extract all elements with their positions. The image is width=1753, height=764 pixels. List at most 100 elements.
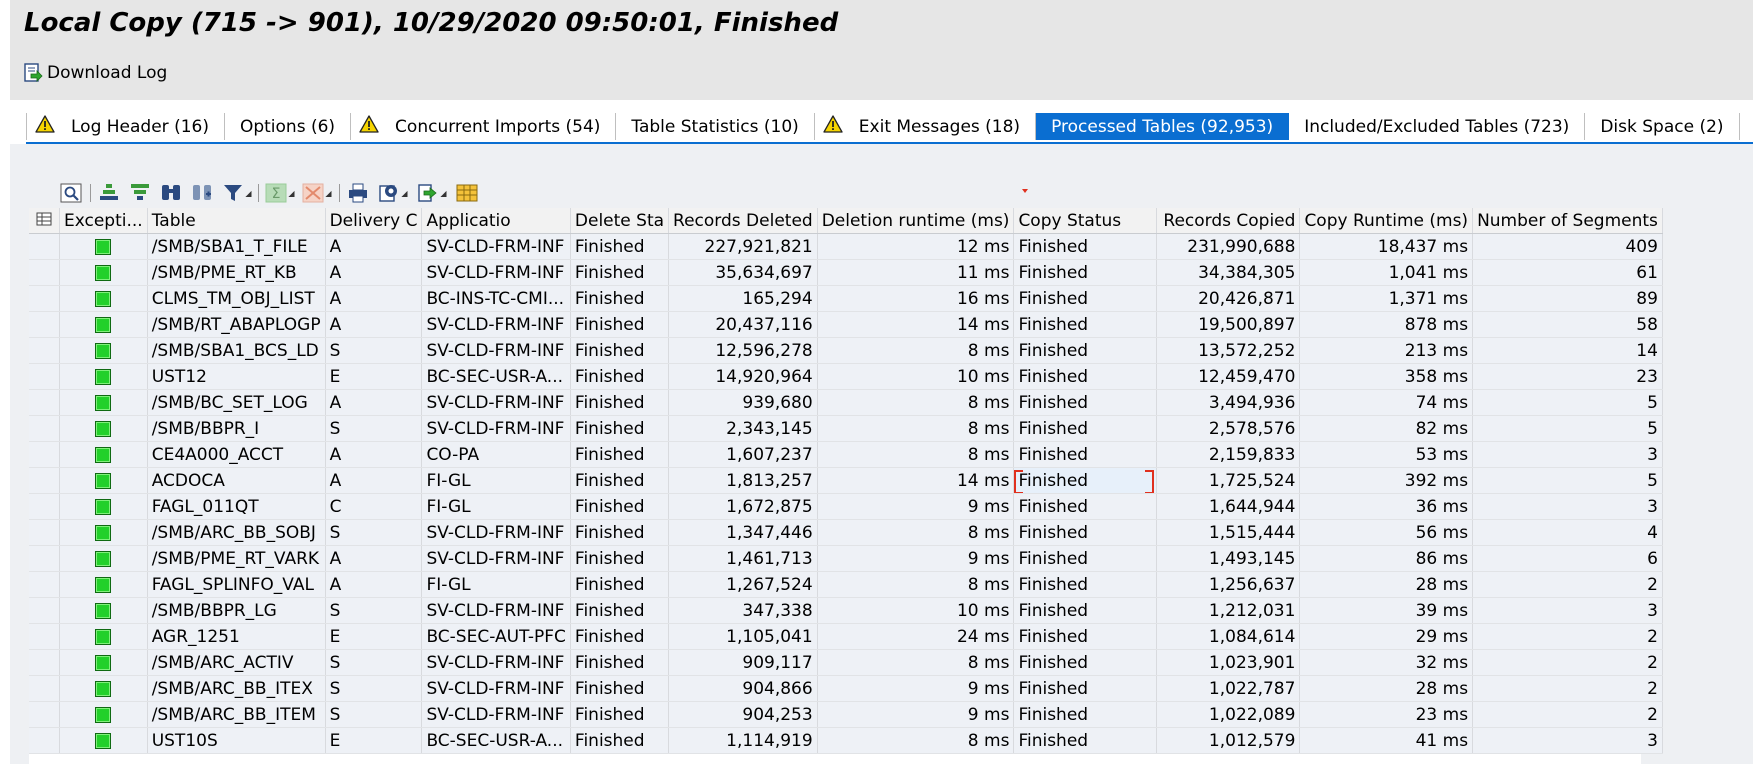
cell-table[interactable]: AGR_1251 — [147, 623, 326, 650]
cell-copy-runtime[interactable]: 56 ms — [1299, 519, 1474, 546]
row-selector[interactable] — [29, 519, 60, 546]
cell-copy-status[interactable]: Finished — [1013, 649, 1158, 676]
cell-exception[interactable] — [59, 571, 148, 598]
table-row[interactable]: /SMB/ARC_BB_SOBJ S SV-CLD-FRM-INF Finished 1… — [29, 519, 1663, 546]
cell-records-copied[interactable]: 1,012,579 — [1156, 727, 1301, 754]
table-row[interactable]: /SMB/PME_RT_KB A SV-CLD-FRM-INF Finished 35,… — [29, 259, 1663, 286]
col-application[interactable]: Applicatio — [421, 208, 571, 234]
cell-records-deleted[interactable]: 1,267,524 — [668, 571, 818, 598]
table-row[interactable]: ACDOCA A FI-GL Finished 1,813,257 14 ms Finish… — [29, 467, 1663, 494]
row-selector[interactable] — [29, 311, 60, 338]
cell-table[interactable]: UST10S — [147, 727, 326, 754]
cell-copy-runtime[interactable]: 53 ms — [1299, 441, 1474, 468]
cell-application[interactable]: SV-CLD-FRM-INF — [421, 519, 571, 546]
table-row[interactable]: CE4A000_ACCT A CO-PA Finished 1,607,237 8 ms F… — [29, 441, 1663, 468]
table-row[interactable]: /SMB/SBA1_T_FILE A SV-CLD-FRM-INF Finished 2… — [29, 233, 1663, 260]
col-number-of-segments[interactable]: Number of Segments — [1472, 208, 1663, 234]
cell-number-of-segments[interactable]: 2 — [1472, 649, 1663, 676]
row-selector[interactable] — [29, 597, 60, 624]
cell-copy-runtime[interactable]: 41 ms — [1299, 727, 1474, 754]
cell-exception[interactable] — [59, 233, 148, 260]
cell-deletion-runtime[interactable]: 8 ms — [817, 415, 1015, 442]
cell-copy-status[interactable]: Finished — [1013, 727, 1158, 754]
table-row[interactable]: /SMB/ARC_ACTIV S SV-CLD-FRM-INF Finished 909… — [29, 649, 1663, 676]
cell-table[interactable]: /SMB/RT_ABAPLOGP — [147, 311, 326, 338]
cell-application[interactable]: SV-CLD-FRM-INF — [421, 701, 571, 728]
cell-exception[interactable] — [59, 597, 148, 624]
cell-copy-runtime[interactable]: 32 ms — [1299, 649, 1474, 676]
cell-exception[interactable] — [59, 727, 148, 754]
cell-application[interactable]: FI-GL — [421, 571, 571, 598]
cell-delete-status[interactable]: Finished — [570, 467, 670, 494]
tab-concurrent-imports[interactable]: Concurrent Imports (54) — [351, 113, 617, 140]
cell-application[interactable]: SV-CLD-FRM-INF — [421, 259, 571, 286]
cell-copy-status[interactable]: Finished — [1013, 259, 1158, 286]
cell-number-of-segments[interactable]: 23 — [1472, 363, 1663, 390]
cell-records-copied[interactable]: 34,384,305 — [1156, 259, 1301, 286]
cell-records-copied[interactable]: 1,644,944 — [1156, 493, 1301, 520]
cell-records-copied[interactable]: 19,500,897 — [1156, 311, 1301, 338]
cell-number-of-segments[interactable]: 3 — [1472, 441, 1663, 468]
cell-copy-runtime[interactable]: 1,041 ms — [1299, 259, 1474, 286]
cell-delete-status[interactable]: Finished — [570, 597, 670, 624]
cell-number-of-segments[interactable]: 4 — [1472, 519, 1663, 546]
cell-deletion-runtime[interactable]: 12 ms — [817, 233, 1015, 260]
cell-records-deleted[interactable]: 347,338 — [668, 597, 818, 624]
cell-delivery-class[interactable]: S — [325, 701, 423, 728]
row-selector[interactable] — [29, 545, 60, 572]
cell-application[interactable]: SV-CLD-FRM-INF — [421, 415, 571, 442]
cell-table[interactable]: /SMB/SBA1_BCS_LD — [147, 337, 326, 364]
cell-records-deleted[interactable]: 20,437,116 — [668, 311, 818, 338]
cell-exception[interactable] — [59, 285, 148, 312]
cell-delivery-class[interactable]: E — [325, 623, 423, 650]
cell-delivery-class[interactable]: S — [325, 519, 423, 546]
filter-icon[interactable]: ◢ — [220, 181, 254, 205]
cell-table[interactable]: /SMB/ARC_BB_ITEX — [147, 675, 326, 702]
cell-exception[interactable] — [59, 337, 148, 364]
cell-copy-status[interactable]: Finished — [1013, 441, 1158, 468]
col-records-deleted[interactable]: Records Deleted — [668, 208, 818, 234]
cell-table[interactable]: ACDOCA — [147, 467, 326, 494]
cell-delivery-class[interactable]: A — [325, 467, 423, 494]
download-log-button[interactable]: Download Log — [22, 60, 167, 86]
cell-application[interactable]: SV-CLD-FRM-INF — [421, 337, 571, 364]
cell-deletion-runtime[interactable]: 10 ms — [817, 363, 1015, 390]
cell-number-of-segments[interactable]: 3 — [1472, 727, 1663, 754]
cell-exception[interactable] — [59, 415, 148, 442]
row-selector[interactable] — [29, 571, 60, 598]
cell-number-of-segments[interactable]: 5 — [1472, 389, 1663, 416]
cell-application[interactable]: SV-CLD-FRM-INF — [421, 649, 571, 676]
cell-records-deleted[interactable]: 165,294 — [668, 285, 818, 312]
cell-copy-status[interactable]: Finished — [1013, 493, 1158, 520]
cell-exception[interactable] — [59, 701, 148, 728]
cell-copy-runtime[interactable]: 213 ms — [1299, 337, 1474, 364]
cell-deletion-runtime[interactable]: 8 ms — [817, 441, 1015, 468]
cell-application[interactable]: BC-SEC-USR-A... — [421, 363, 571, 390]
cell-deletion-runtime[interactable]: 8 ms — [817, 649, 1015, 676]
cell-delivery-class[interactable]: S — [325, 415, 423, 442]
cell-exception[interactable] — [59, 363, 148, 390]
cell-copy-runtime[interactable]: 28 ms — [1299, 571, 1474, 598]
cell-records-copied[interactable]: 20,426,871 — [1156, 285, 1301, 312]
cell-deletion-runtime[interactable]: 14 ms — [817, 467, 1015, 494]
cell-copy-status[interactable]: Finished — [1013, 623, 1158, 650]
table-row[interactable]: /SMB/PME_RT_VARK A SV-CLD-FRM-INF Finished 1… — [29, 545, 1663, 572]
cell-delete-status[interactable]: Finished — [570, 233, 670, 260]
cell-exception[interactable] — [59, 623, 148, 650]
cell-number-of-segments[interactable]: 2 — [1472, 623, 1663, 650]
cell-copy-runtime[interactable]: 74 ms — [1299, 389, 1474, 416]
cell-table[interactable]: /SMB/PME_RT_KB — [147, 259, 326, 286]
cell-exception[interactable] — [59, 675, 148, 702]
find-next-icon[interactable] — [189, 181, 215, 205]
cell-delivery-class[interactable]: E — [325, 727, 423, 754]
cell-copy-runtime[interactable]: 28 ms — [1299, 675, 1474, 702]
col-table[interactable]: Table — [147, 208, 326, 234]
cell-records-copied[interactable]: 1,256,637 — [1156, 571, 1301, 598]
cell-exception[interactable] — [59, 259, 148, 286]
cell-delivery-class[interactable]: A — [325, 233, 423, 260]
row-selector[interactable] — [29, 701, 60, 728]
tab-options[interactable]: Options (6) — [224, 113, 352, 140]
cell-records-copied[interactable]: 1,725,524 — [1156, 467, 1301, 494]
cell-application[interactable]: SV-CLD-FRM-INF — [421, 233, 571, 260]
table-row[interactable]: /SMB/BBPR_I S SV-CLD-FRM-INF Finished 2,343,… — [29, 415, 1663, 442]
